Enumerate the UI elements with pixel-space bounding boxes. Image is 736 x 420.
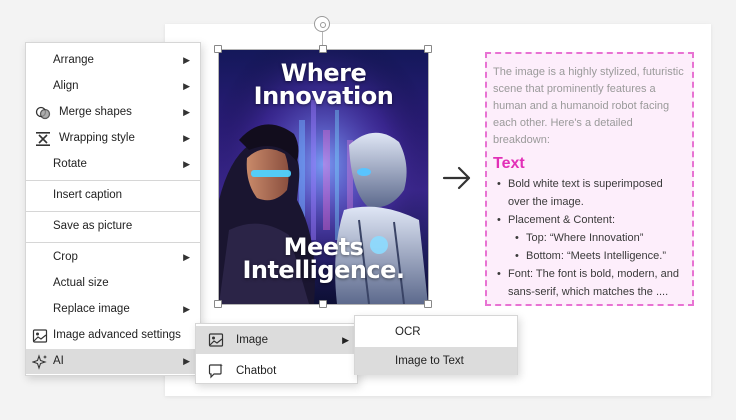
submenu-item-label: Image to Text [395,355,464,367]
menu-divider [26,211,200,212]
menu-item-crop[interactable]: Crop ▶ [26,245,200,270]
submenu-item-ocr[interactable]: OCR [355,318,517,346]
chevron-right-icon: ▶ [183,133,190,143]
menu-divider [26,180,200,181]
image-submenu: OCR Image to Text [354,315,518,375]
menu-item-label: Wrapping style [59,132,135,144]
menu-item-image-advanced-settings[interactable]: Image advanced settings [26,323,200,348]
result-bullet: Font: The font is bold, modern, and sans… [493,265,685,301]
menu-item-label: Insert caption [53,189,123,201]
menu-item-label: Rotate [53,158,87,170]
rotate-handle[interactable] [314,16,330,32]
resize-handle-br[interactable] [424,300,432,308]
menu-item-label: Save as picture [53,220,133,232]
chevron-right-icon: ▶ [183,107,190,117]
result-bullet: Bold white text is superimposed over the… [493,175,685,211]
chevron-right-icon: ▶ [183,304,190,314]
rotate-connector [322,32,323,46]
menu-item-replace-image[interactable]: Replace image ▶ [26,297,200,322]
resize-handle-tr[interactable] [424,45,432,53]
menu-item-align[interactable]: Align ▶ [26,74,200,99]
menu-item-arrange[interactable]: Arrange ▶ [26,48,200,73]
poster-title-bottom-text: Meets Intelligence. [242,233,405,284]
wrapping-style-icon [36,132,50,146]
submenu-item-image-to-text[interactable]: Image to Text [355,347,517,375]
image-to-text-result: The image is a highly stylized, futurist… [485,52,694,306]
chevron-right-icon: ▶ [183,159,190,169]
result-bullet-list: Bold white text is superimposed over the… [493,175,685,301]
menu-item-label: Align [53,80,79,92]
resize-handle-bl[interactable] [214,300,222,308]
result-heading: Text [493,155,525,172]
result-sub-bullet: Bottom: “Meets Intelligence.” [493,247,685,265]
poster-title-top: Where Innovation [219,61,428,160]
resize-handle-tm[interactable] [319,45,327,53]
submenu-item-label: Chatbot [236,365,277,377]
chatbot-icon [208,363,223,379]
chevron-right-icon: ▶ [183,252,190,262]
result-intro: The image is a highly stylized, futurist… [493,66,684,146]
menu-item-label: Arrange [53,54,94,66]
resize-handle-bm[interactable] [319,300,327,308]
submenu-item-image[interactable]: Image ▶ [196,326,357,354]
selected-image[interactable]: Where Innovation Meets Intelligence. [219,50,428,304]
menu-item-rotate[interactable]: Rotate ▶ [26,152,200,177]
ai-submenu: Image ▶ Chatbot [195,323,358,384]
result-sub-bullet: Top: “Where Innovation” [493,229,685,247]
menu-item-label: Replace image [53,303,130,315]
submenu-item-chatbot[interactable]: Chatbot [196,357,357,385]
menu-item-label: Merge shapes [59,106,132,118]
menu-item-wrapping-style[interactable]: Wrapping style ▶ [26,126,200,151]
menu-item-save-as-picture[interactable]: Save as picture [26,214,200,239]
image-icon [208,333,224,347]
right-arrow-icon [442,166,471,190]
menu-item-label: Crop [53,251,78,263]
menu-item-label: AI [53,355,64,367]
submenu-item-label: OCR [395,326,421,338]
menu-item-ai[interactable]: AI ▶ [26,349,200,374]
menu-item-label: Actual size [53,277,109,289]
chevron-right-icon: ▶ [183,81,190,91]
poster-title-bottom: Meets Intelligence. [219,233,428,284]
menu-divider [26,242,200,243]
chevron-right-icon: ▶ [183,356,190,366]
submenu-item-label: Image [236,334,268,346]
menu-item-insert-caption[interactable]: Insert caption [26,183,200,208]
result-bullet: Placement & Content: [493,211,685,229]
context-menu: Arrange ▶ Align ▶ Merge shapes ▶ Wrappin… [25,42,201,376]
menu-item-merge-shapes[interactable]: Merge shapes ▶ [26,100,200,125]
ai-sparkle-icon [32,354,47,370]
poster-title-top-text: Where Innovation [253,59,394,110]
merge-shapes-icon [35,106,51,120]
menu-item-label: Image advanced settings [53,329,181,341]
menu-item-actual-size[interactable]: Actual size [26,271,200,296]
chevron-right-icon: ▶ [342,335,349,345]
chevron-right-icon: ▶ [183,55,190,65]
resize-handle-tl[interactable] [214,45,222,53]
image-settings-icon [32,329,48,343]
